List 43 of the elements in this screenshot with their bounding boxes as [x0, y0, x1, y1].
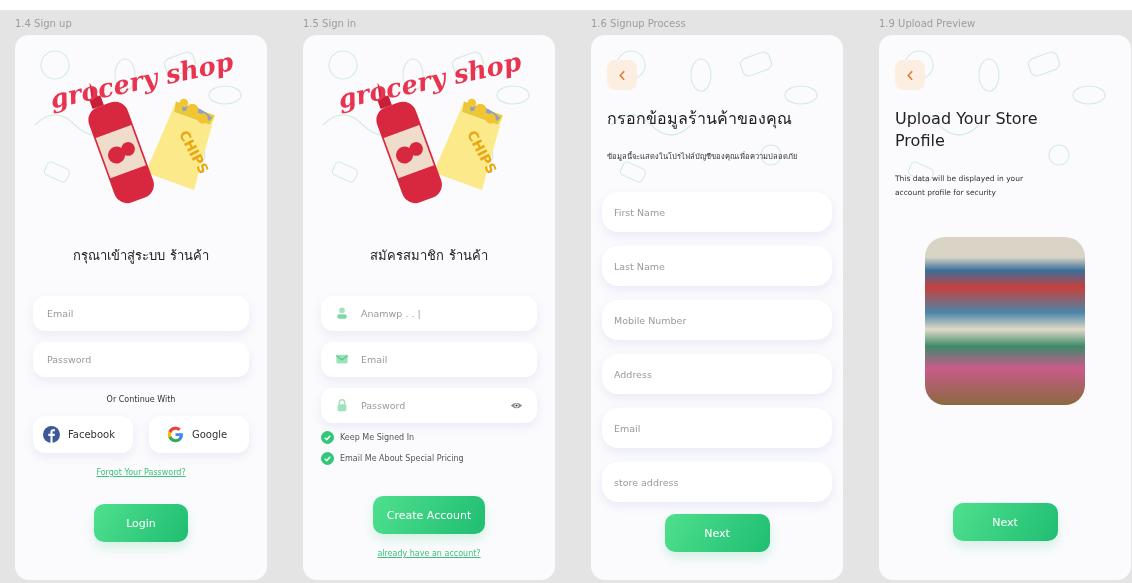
primary-button[interactable]: Login	[94, 504, 188, 542]
input-field[interactable]: Email	[33, 296, 249, 331]
input-field[interactable]: Anamwp . . |	[321, 296, 537, 331]
envelope-icon	[335, 352, 349, 366]
lock-icon	[335, 398, 349, 412]
checkbox[interactable]	[321, 452, 334, 465]
primary-button[interactable]: Next	[664, 514, 770, 552]
frame-label: 1.5 Sign in	[303, 18, 358, 31]
screen-title: Upload Your Store Profile	[895, 108, 1039, 152]
frame-label: 1.9 Upload Preview	[879, 18, 977, 31]
back-button[interactable]	[895, 60, 925, 90]
screen-title: สมัครสมาชิก ร้านค้า	[369, 247, 489, 265]
checkmark-icon	[322, 432, 333, 443]
screen-title: กรุณาเข้าสู่ระบบ ร้านค้า	[72, 247, 210, 266]
input-field[interactable]: Address	[602, 354, 832, 394]
person-icon	[335, 306, 349, 320]
facebook-logo-icon	[43, 426, 60, 443]
checkbox-label: Email Me About Special Pricing	[340, 454, 464, 463]
text-link[interactable]: already have an account?	[377, 549, 481, 558]
frame-label: 1.4 Sign up	[15, 18, 73, 31]
frame-label: 1.6 Signup Process	[591, 18, 687, 31]
input-field[interactable]: Password	[33, 342, 249, 377]
input-field[interactable]: First Name	[602, 192, 832, 232]
checkbox[interactable]	[321, 431, 334, 444]
back-button[interactable]	[607, 60, 637, 90]
google-button[interactable]: Google	[149, 416, 249, 453]
primary-button[interactable]: Next	[952, 503, 1058, 541]
input-field[interactable]: Email	[602, 408, 832, 448]
logo-text: grocery shop	[335, 46, 524, 115]
input-field[interactable]: Email	[321, 342, 537, 377]
input-field[interactable]: store address	[602, 462, 832, 502]
screen-title: กรอกข้อมูลร้านค้าของคุณ	[607, 108, 793, 130]
text-link[interactable]: Forgot Your Password?	[96, 468, 186, 477]
logo-text: grocery shop	[47, 46, 236, 115]
checkmark-icon	[322, 453, 333, 464]
google-logo-icon	[167, 426, 184, 443]
primary-button[interactable]: Create Account	[372, 496, 486, 534]
checkbox-label: Keep Me Signed In	[340, 433, 415, 442]
facebook-button[interactable]: Facebook	[33, 416, 133, 453]
input-field[interactable]: Mobile Number	[602, 300, 832, 340]
input-field[interactable]: Password	[321, 388, 537, 423]
input-field[interactable]: Last Name	[602, 246, 832, 286]
description-text: Or Continue With	[105, 395, 177, 404]
